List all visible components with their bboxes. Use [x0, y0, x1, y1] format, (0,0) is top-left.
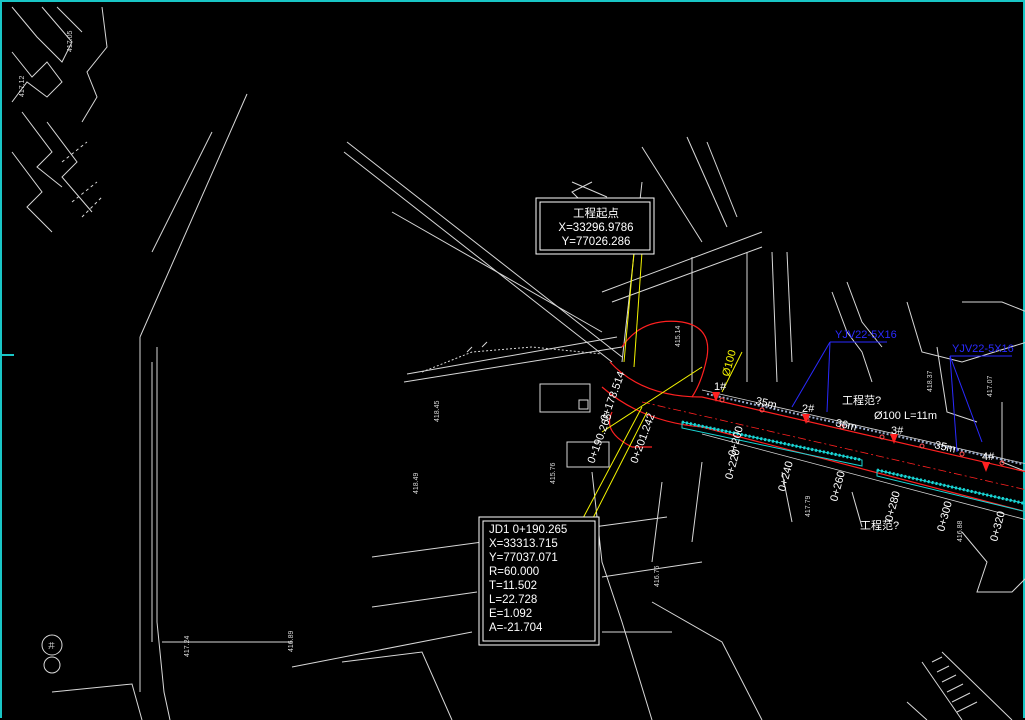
elevation-label-9: 418.37 — [927, 370, 934, 392]
jd1-x: X=33313.715 — [489, 538, 558, 550]
station-label-0-320: 0+320 — [988, 510, 1008, 543]
spacing-label-3: 35m — [933, 439, 957, 456]
project-boundary-label-top: 工程范? — [842, 393, 881, 407]
station-label-0-240: 0+240 — [776, 460, 796, 493]
road-ne — [571, 136, 793, 383]
cad-drawing-viewport[interactable]: 417.05 417.12 工程起点 X=33296.9786 Y=77026.… — [0, 0, 1025, 720]
elevation-label-5: 416.89 — [288, 630, 295, 652]
manhole-label-4: 4# — [982, 451, 995, 463]
curve-label-2: 0+190.265 — [586, 412, 615, 465]
well-symbol-label: 井 — [48, 641, 55, 650]
well-symbol: 井 — [41, 634, 63, 674]
elevation-label-left: 417.12 — [19, 75, 26, 97]
pipe-spec-label: Ø100 L=11m — [874, 410, 937, 422]
elevation-label-8: 416.76 — [654, 565, 661, 587]
cable-label-1: YJV22-5X16 — [835, 329, 897, 341]
elevation-label-10: 417.07 — [987, 375, 994, 397]
elevation-label-3: 418.49 — [413, 472, 420, 494]
manhole-label-2: 2# — [802, 403, 815, 415]
manhole-label-1: 1# — [714, 381, 727, 393]
elevation-label-2: 418.45 — [434, 400, 441, 422]
manhole-label-3: 3# — [891, 425, 904, 437]
jd1-curve-callout: JD1 0+190.265 X=33313.715 Y=77037.071 R=… — [478, 516, 600, 646]
elevation-label-6: 415.76 — [550, 462, 557, 484]
jd1-external: E=1.092 — [489, 608, 532, 620]
elevation-label-4: 417.24 — [184, 635, 191, 657]
project-boundary-label-bottom: 工程范? — [860, 518, 899, 532]
spacing-label-1: 35m — [754, 395, 778, 412]
jd1-length: L=22.728 — [489, 594, 537, 606]
start-point-y: Y=77026.286 — [562, 236, 631, 248]
station-label-0-260: 0+260 — [828, 470, 848, 503]
start-point-callout: 工程起点 X=33296.9786 Y=77026.286 — [535, 197, 655, 255]
jd1-y: Y=77037.071 — [489, 552, 558, 564]
jd1-tangent: T=11.502 — [489, 580, 537, 592]
jd1-station: JD1 0+190.265 — [489, 524, 567, 536]
elevation-label-top: 417.05 — [67, 30, 74, 52]
jd1-radius: R=60.000 — [489, 566, 539, 578]
station-label-0-300: 0+300 — [935, 500, 955, 533]
manhole-marker-4 — [982, 462, 990, 472]
jd1-angle: A=-21.704 — [489, 622, 543, 634]
cad-canvas[interactable]: 417.05 417.12 工程起点 X=33296.9786 Y=77026.… — [2, 2, 1025, 720]
terrain-lines-bottom — [51, 461, 863, 720]
curve-label-3: 0+201.242 — [629, 412, 658, 465]
elevation-label-1: 415.14 — [675, 325, 682, 347]
start-point-x: X=33296.9786 — [558, 222, 633, 234]
cable-label-2: YJV22-5X16 — [952, 343, 1014, 355]
start-point-title: 工程起点 — [573, 207, 619, 220]
terrain-lines-left — [139, 93, 248, 720]
elevation-label-11: 416.88 — [957, 520, 964, 542]
elevation-label-7: 417.79 — [805, 495, 812, 517]
building-outlines-top-left — [11, 6, 108, 233]
station-label-0-280: 0+280 — [883, 490, 903, 523]
spacing-label-2: 36m — [834, 417, 858, 434]
